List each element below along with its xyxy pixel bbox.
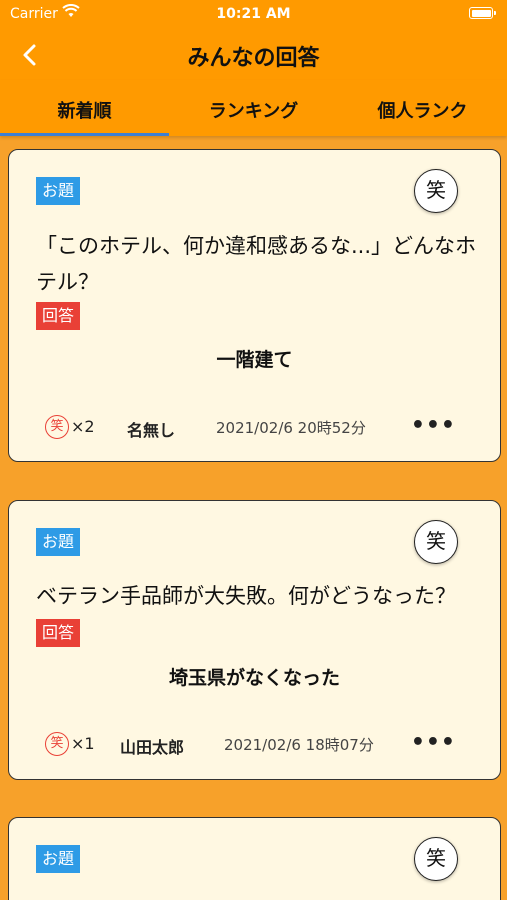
more-options-icon[interactable]: ••• bbox=[411, 413, 456, 438]
status-bar: Carrier 10:21 AM bbox=[0, 0, 507, 30]
card-footer: 笑 ×2 名無し 2021/02/6 20時52分 ••• bbox=[9, 413, 500, 441]
tab-ranking[interactable]: ランキング bbox=[169, 80, 338, 136]
topic-text: ベテラン手品師が大失敗。何がどうなった？ bbox=[36, 584, 456, 608]
laugh-count: ×2 bbox=[71, 417, 95, 436]
laugh-button[interactable]: 笑 bbox=[414, 837, 458, 881]
answer-badge: 回答 bbox=[36, 302, 81, 330]
tab-personal-rank[interactable]: 個人ランク bbox=[338, 80, 507, 136]
topic-text: 「このホテル、何か違和感あるな...」どんなホテル？ bbox=[36, 234, 477, 294]
laugh-button[interactable]: 笑 bbox=[414, 520, 458, 564]
laugh-stamp-icon: 笑 bbox=[45, 415, 69, 439]
topic-badge: お題 bbox=[36, 177, 81, 205]
topic-badge: お題 bbox=[36, 528, 81, 556]
clock: 10:21 AM bbox=[216, 6, 291, 22]
post-date: 2021/02/6 20時52分 bbox=[216, 419, 366, 437]
page-title: みんなの回答 bbox=[187, 46, 320, 71]
card-footer: 笑 ×1 山田太郎 2021/02/6 18時07分 ••• bbox=[9, 730, 500, 758]
answer-text: 一階建て bbox=[216, 349, 293, 371]
laugh-button[interactable]: 笑 bbox=[414, 169, 458, 213]
answer-text: 埼玉県がなくなった bbox=[168, 667, 340, 689]
answer-card: お題 笑 「このホテル、何か違和感あるな...」どんなホテル？ 回答 一階建て … bbox=[8, 149, 501, 462]
user-name: 名無し bbox=[127, 421, 176, 440]
battery-icon bbox=[469, 7, 496, 19]
tab-newest[interactable]: 新着順 bbox=[0, 80, 169, 136]
answer-badge: 回答 bbox=[36, 619, 81, 647]
answer-card: お題 笑 bbox=[8, 817, 501, 900]
navigation-bar: みんなの回答 bbox=[0, 30, 507, 80]
laugh-stamp-icon: 笑 bbox=[45, 732, 69, 756]
more-options-icon[interactable]: ••• bbox=[411, 730, 456, 755]
user-name: 山田太郎 bbox=[120, 738, 185, 757]
topic-badge: お題 bbox=[36, 845, 81, 873]
answer-card: お題 笑 ベテラン手品師が大失敗。何がどうなった？ 回答 埼玉県がなくなった 笑… bbox=[8, 500, 501, 780]
post-date: 2021/02/6 18時07分 bbox=[224, 736, 374, 754]
laugh-count: ×1 bbox=[71, 734, 95, 753]
tab-bar: 新着順 ランキング 個人ランク bbox=[0, 80, 507, 136]
